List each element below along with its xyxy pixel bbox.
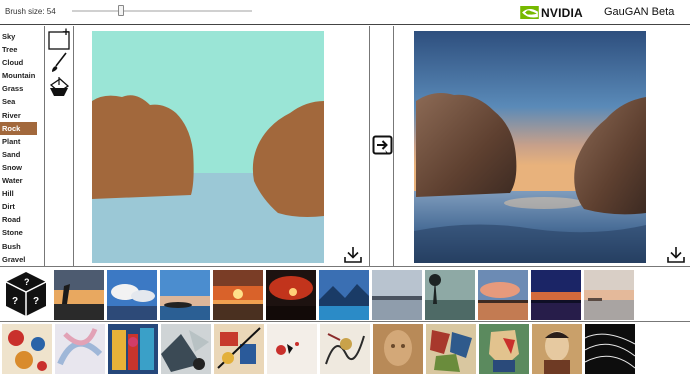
label-item-water[interactable]: Water: [0, 174, 40, 187]
drawing-canvas[interactable]: [92, 31, 324, 263]
svg-text:?: ?: [24, 277, 30, 287]
style-thumb-picasso-style[interactable]: [532, 324, 582, 374]
style-thumb-pastel-sketch[interactable]: [55, 324, 105, 374]
svg-text:?: ?: [33, 296, 39, 307]
label-item-bush[interactable]: Bush: [0, 240, 40, 253]
gaugan-app: { "header": { "brush_size_label": "Brush…: [0, 0, 690, 374]
brush-icon[interactable]: [47, 52, 72, 74]
divider-top: [0, 266, 690, 267]
style-thumb-pink-clouds-sunset[interactable]: [478, 270, 528, 320]
label-item-gravel[interactable]: Gravel: [0, 253, 40, 266]
label-list: Sky Tree Cloud Mountain Grass Sea River Rock Pla…: [0, 30, 40, 266]
label-item-river[interactable]: River: [0, 109, 40, 122]
style-thumb-pale-beach[interactable]: [584, 270, 634, 320]
label-item-tree[interactable]: Tree: [0, 43, 40, 56]
style-thumb-folk-art[interactable]: [2, 324, 52, 374]
style-thumb-grey-lake[interactable]: [372, 270, 422, 320]
style-thumb-sunset-tree[interactable]: [54, 270, 104, 320]
style-thumb-blue-sky-clouds[interactable]: [107, 270, 157, 320]
top-bar: Brush size: 54 NVIDIA GauGAN Beta: [0, 0, 690, 25]
app-title: GauGAN Beta: [604, 6, 675, 18]
style-thumb-kandinsky-style[interactable]: [214, 324, 264, 374]
label-item-dirt[interactable]: Dirt: [0, 200, 40, 213]
generated-image: [414, 31, 646, 263]
label-item-cloud[interactable]: Cloud: [0, 56, 40, 69]
render-column: [369, 26, 394, 266]
nvidia-logo: NVIDIA: [520, 5, 583, 20]
style-thumb-abstract-paint[interactable]: [161, 324, 211, 374]
label-item-sand[interactable]: Sand: [0, 148, 40, 161]
style-thumb-orange-sunset[interactable]: [213, 270, 263, 320]
style-thumb-tree-silhouette-lake[interactable]: [425, 270, 475, 320]
style-thumb-sepia-portrait[interactable]: [373, 324, 423, 374]
paint-bucket-icon[interactable]: [47, 76, 72, 98]
style-thumb-blue-mountain-lake[interactable]: [319, 270, 369, 320]
style-thumb-red-sky[interactable]: [266, 270, 316, 320]
label-item-rock[interactable]: Rock: [0, 121, 37, 135]
download-output-icon[interactable]: [666, 246, 686, 264]
nvidia-eye-icon: [520, 6, 539, 19]
style-thumb-coast-dusk[interactable]: [160, 270, 210, 320]
brush-size-slider-thumb[interactable]: [118, 5, 124, 16]
download-drawing-icon[interactable]: [343, 246, 363, 264]
nvidia-wordmark: NVIDIA: [541, 5, 583, 20]
label-item-stone[interactable]: Stone: [0, 226, 40, 239]
label-item-hill[interactable]: Hill: [0, 187, 40, 200]
label-item-mountain[interactable]: Mountain: [0, 69, 40, 82]
style-thumb-ink-drawing[interactable]: [320, 324, 370, 374]
style-thumb-black-waves[interactable]: [585, 324, 635, 374]
brush-size-slider[interactable]: [72, 10, 252, 12]
label-item-grass[interactable]: Grass: [0, 82, 40, 95]
divider-bottom: [0, 321, 690, 322]
style-thumb-paint-splash[interactable]: [267, 324, 317, 374]
label-item-plant[interactable]: Plant: [0, 135, 40, 148]
brush-size-label: Brush size: 54: [5, 7, 56, 16]
label-item-snow[interactable]: Snow: [0, 161, 40, 174]
label-item-sky[interactable]: Sky: [0, 30, 40, 43]
label-item-road[interactable]: Road: [0, 213, 40, 226]
new-canvas-icon[interactable]: [47, 28, 72, 50]
style-thumb-colorful-street[interactable]: [108, 324, 158, 374]
tool-column: [44, 26, 74, 266]
svg-text:?: ?: [12, 296, 18, 307]
style-thumb-cubist-figures[interactable]: [426, 324, 476, 374]
style-thumb-cubist-portrait[interactable]: [479, 324, 529, 374]
random-style-dice-icon[interactable]: ? ? ?: [4, 270, 48, 318]
style-thumb-purple-sunset[interactable]: [531, 270, 581, 320]
label-item-sea[interactable]: Sea: [0, 95, 40, 108]
right-arrow-icon[interactable]: [372, 135, 393, 156]
